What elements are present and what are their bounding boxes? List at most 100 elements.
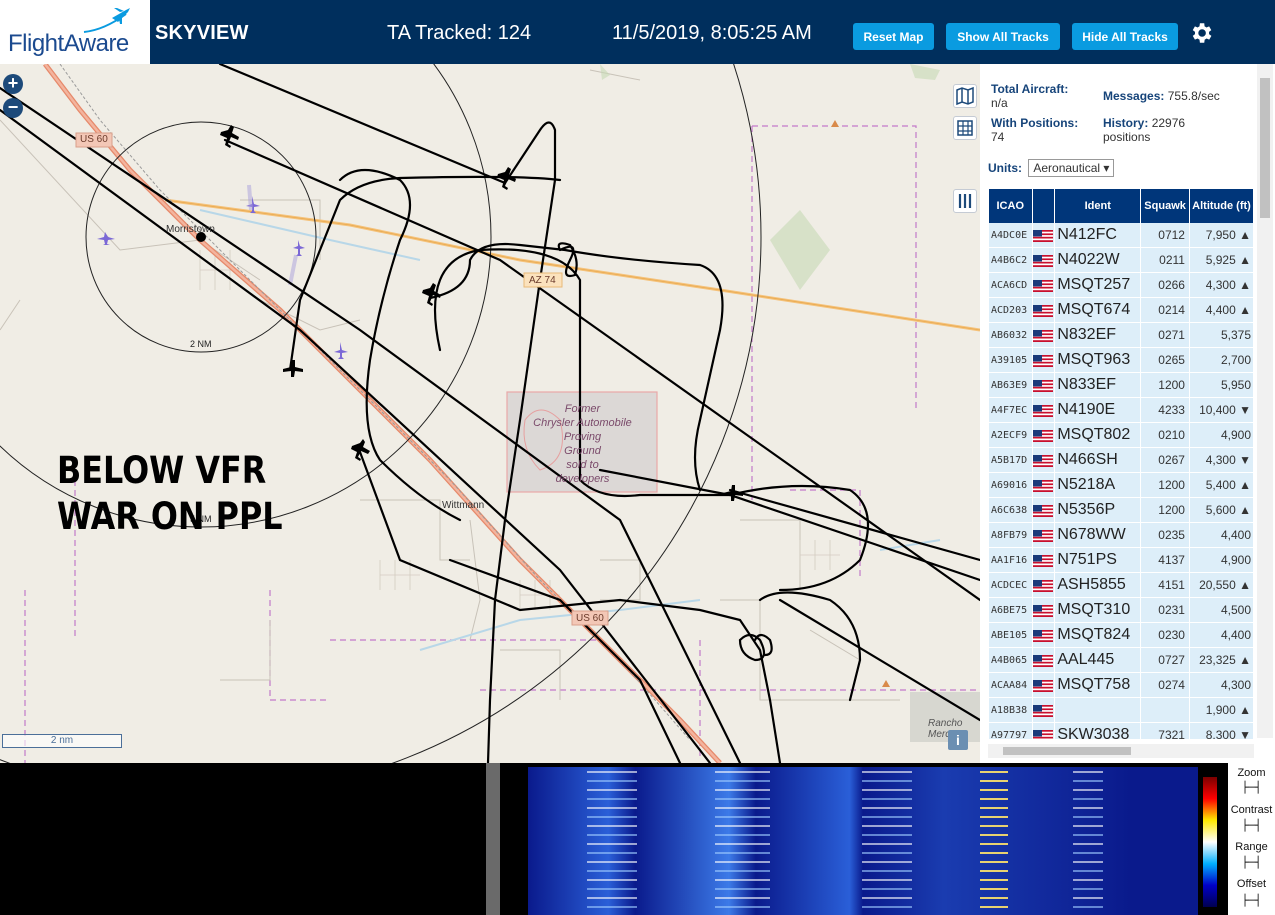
table-row[interactable]: AB63E9 N833EF 1200 5,950 bbox=[989, 373, 1253, 398]
icao-cell: ACDCEC bbox=[989, 573, 1032, 598]
icao-cell: A4DC0E bbox=[989, 223, 1032, 248]
table-row[interactable]: A8FB79 N678WW 0235 4,400 bbox=[989, 523, 1253, 548]
zoom-slider[interactable]: ├─┤ bbox=[1228, 781, 1275, 794]
column-toggle-button[interactable] bbox=[953, 189, 977, 213]
units-select-value: Aeronautical bbox=[1033, 161, 1101, 175]
flightaware-logo[interactable]: FlightAware bbox=[0, 0, 150, 64]
waterfall-streak bbox=[980, 798, 1008, 800]
icao-cell: A39105 bbox=[989, 348, 1032, 373]
squawk-cell: 0230 bbox=[1141, 623, 1189, 648]
altitude-value: 2,700 bbox=[1220, 353, 1251, 367]
altitude-cell: 10,400 ▼ bbox=[1189, 398, 1253, 423]
table-row[interactable]: A4DC0E N412FC 0712 7,950 ▲ bbox=[989, 223, 1253, 248]
table-row[interactable]: A18B38 1,900 ▲ bbox=[989, 698, 1253, 723]
column-header-ident[interactable]: Ident bbox=[1055, 189, 1141, 223]
icao-cell: A2ECF9 bbox=[989, 423, 1032, 448]
altitude-cell: 4,400 bbox=[1189, 623, 1253, 648]
zoom-out-button[interactable]: − bbox=[3, 98, 23, 118]
waterfall-streak bbox=[715, 888, 770, 890]
grid-toggle-button[interactable] bbox=[953, 116, 977, 140]
us60-shield-bottom: US 60 bbox=[576, 613, 604, 624]
waterfall-streak bbox=[980, 825, 1008, 827]
waterfall-streak bbox=[862, 888, 912, 890]
proving-ground-line: Chrysler Automobile bbox=[533, 417, 632, 429]
altitude-value: 4,400 bbox=[1220, 628, 1251, 642]
table-row[interactable]: A2ECF9 MSQT802 0210 4,900 bbox=[989, 423, 1253, 448]
annotation-overlay-text: BELOW VFR WAR ON PPL bbox=[57, 448, 283, 540]
table-row[interactable]: AA1F16 N751PS 4137 4,900 bbox=[989, 548, 1253, 573]
table-row[interactable]: ACDCEC ASH5855 4151 20,550 ▲ bbox=[989, 573, 1253, 598]
az74-shield: AZ 74 bbox=[529, 275, 556, 286]
zoom-in-button[interactable]: + bbox=[3, 74, 23, 94]
waterfall-streak bbox=[1073, 906, 1103, 908]
offset-slider[interactable]: ├─┤ bbox=[1228, 894, 1275, 907]
proving-ground-line: sold to bbox=[566, 459, 599, 471]
table-scroll-thumb[interactable] bbox=[1003, 747, 1131, 755]
waterfall-streak bbox=[1073, 825, 1103, 827]
ident-cell: MSQT758 bbox=[1055, 673, 1141, 698]
map-layers-button[interactable] bbox=[953, 84, 977, 108]
sidebar-scroll-thumb[interactable] bbox=[1260, 78, 1270, 218]
table-row[interactable]: A6BE75 MSQT310 0231 4,500 bbox=[989, 598, 1253, 623]
show-all-tracks-button[interactable]: Show All Tracks bbox=[946, 23, 1060, 50]
table-row[interactable]: ABE105 MSQT824 0230 4,400 bbox=[989, 623, 1253, 648]
waterfall-streak bbox=[862, 879, 912, 881]
icao-cell: A4B6C2 bbox=[989, 248, 1032, 273]
column-header-squawk[interactable]: Squawk bbox=[1141, 189, 1189, 223]
column-header-altitude[interactable]: Altitude (ft) bbox=[1189, 189, 1253, 223]
squawk-cell: 0267 bbox=[1141, 448, 1189, 473]
proving-ground-line: Ground bbox=[564, 445, 601, 457]
map-view[interactable]: US 60 AZ 74 US 60 Morristown Wittmann 2 … bbox=[0, 64, 980, 763]
icao-cell: A18B38 bbox=[989, 698, 1032, 723]
table-row[interactable]: A4F7EC N4190E 4233 10,400 ▼ bbox=[989, 398, 1253, 423]
us-flag-icon bbox=[1032, 248, 1055, 273]
table-row[interactable]: A6C638 N5356P 1200 5,600 ▲ bbox=[989, 498, 1253, 523]
icao-cell: AB6032 bbox=[989, 323, 1032, 348]
column-header-icao[interactable]: ICAO bbox=[989, 189, 1032, 223]
range-slider[interactable]: ├─┤ bbox=[1228, 856, 1275, 869]
info-button[interactable]: i bbox=[948, 730, 968, 750]
panel-divider[interactable] bbox=[486, 763, 500, 915]
table-row[interactable]: ACD203 MSQT674 0214 4,400 ▲ bbox=[989, 298, 1253, 323]
waterfall-streak bbox=[862, 861, 912, 863]
column-header-flag[interactable] bbox=[1032, 189, 1055, 223]
settings-gear-icon[interactable] bbox=[1188, 20, 1214, 46]
altitude-cell: 20,550 ▲ bbox=[1189, 573, 1253, 598]
squawk-cell: 0231 bbox=[1141, 598, 1189, 623]
altitude-cell: 4,300 ▼ bbox=[1189, 448, 1253, 473]
ident-cell: N832EF bbox=[1055, 323, 1141, 348]
aircraft-table-wrapper[interactable]: ICAO Ident Squawk Altitude (ft) A4DC0E N4… bbox=[988, 189, 1254, 739]
icao-cell: A4F7EC bbox=[989, 398, 1032, 423]
squawk-cell: 7321 bbox=[1141, 723, 1189, 739]
us-flag-icon bbox=[1032, 548, 1055, 573]
table-row[interactable]: A4B065 AAL445 0727 23,325 ▲ bbox=[989, 648, 1253, 673]
waterfall-streak bbox=[862, 825, 912, 827]
ident-cell: N4022W bbox=[1055, 248, 1141, 273]
us-flag-icon bbox=[1032, 623, 1055, 648]
hide-all-tracks-button[interactable]: Hide All Tracks bbox=[1072, 23, 1178, 50]
altitude-cell: 2,700 bbox=[1189, 348, 1253, 373]
contrast-slider[interactable]: ├─┤ bbox=[1228, 819, 1275, 832]
reset-map-button[interactable]: Reset Map bbox=[853, 23, 934, 50]
units-label: Units: bbox=[988, 161, 1022, 175]
proving-ground-line: Former bbox=[564, 403, 601, 415]
waterfall-streak bbox=[1073, 798, 1103, 800]
waterfall-streak bbox=[980, 879, 1008, 881]
table-row[interactable]: A4B6C2 N4022W 0211 5,925 ▲ bbox=[989, 248, 1253, 273]
ident-cell bbox=[1055, 698, 1141, 723]
ident-cell: MSQT802 bbox=[1055, 423, 1141, 448]
units-select[interactable]: Aeronautical ▾ bbox=[1028, 159, 1115, 177]
proving-ground-label: Former Chrysler Automobile Proving Groun… bbox=[520, 402, 645, 486]
table-row[interactable]: A39105 MSQT963 0265 2,700 bbox=[989, 348, 1253, 373]
table-row[interactable]: A5B17D N466SH 0267 4,300 ▼ bbox=[989, 448, 1253, 473]
aircraft-table: ICAO Ident Squawk Altitude (ft) A4DC0E N4… bbox=[988, 189, 1254, 739]
waterfall-streak bbox=[980, 888, 1008, 890]
table-row[interactable]: A69016 N5218A 1200 5,400 ▲ bbox=[989, 473, 1253, 498]
table-row[interactable]: AB6032 N832EF 0271 5,375 bbox=[989, 323, 1253, 348]
table-row[interactable]: A97797 SKW3038 7321 8,300 ▼ bbox=[989, 723, 1253, 739]
squawk-cell: 0727 bbox=[1141, 648, 1189, 673]
table-row[interactable]: ACAA84 MSQT758 0274 4,300 bbox=[989, 673, 1253, 698]
ident-cell: SKW3038 bbox=[1055, 723, 1141, 739]
table-row[interactable]: ACA6CD MSQT257 0266 4,300 ▲ bbox=[989, 273, 1253, 298]
squawk-cell: 0712 bbox=[1141, 223, 1189, 248]
